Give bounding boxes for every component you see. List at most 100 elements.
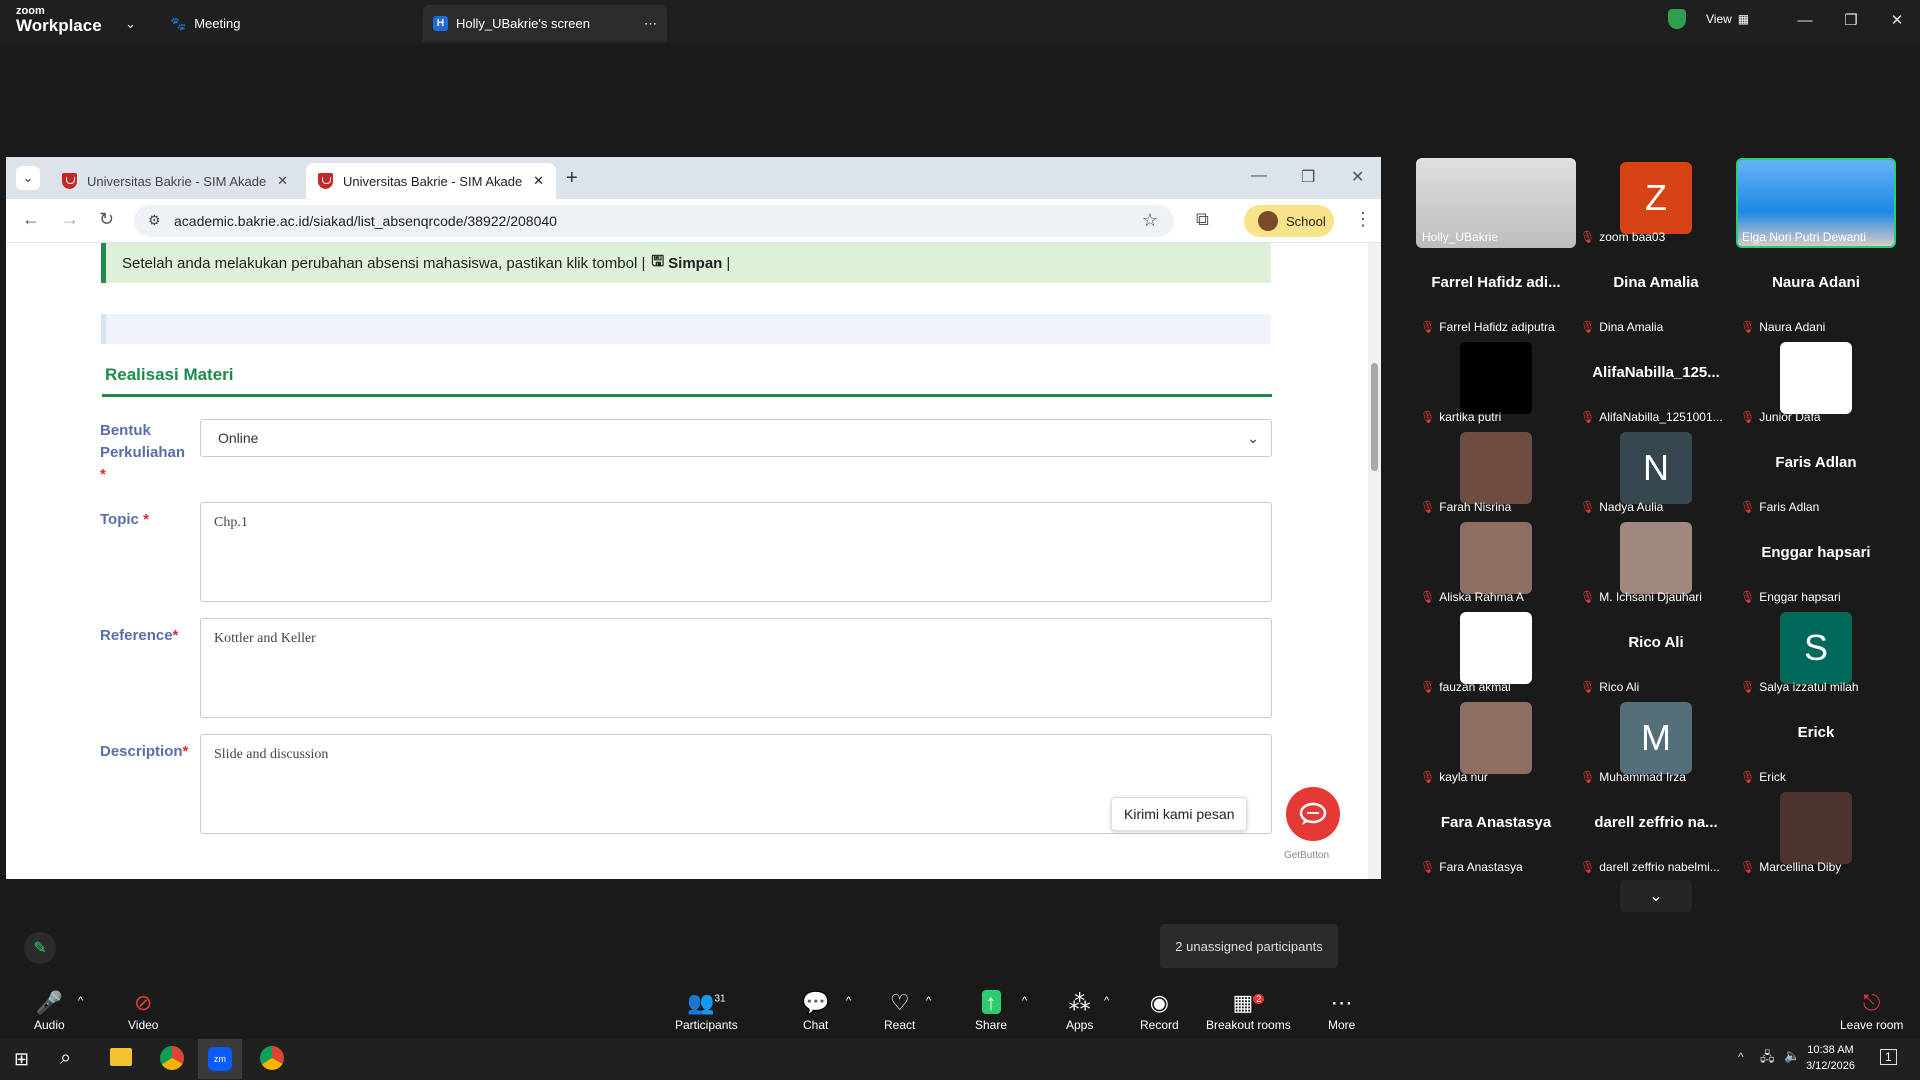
react-heart-icon: ♡: [889, 990, 910, 1015]
chat-options-caret[interactable]: ^: [846, 995, 851, 1007]
participant-tile[interactable]: 🎙 Aliska Rahma A: [1416, 518, 1576, 608]
reference-value: Kottler and Keller: [214, 631, 316, 646]
bentuk-label-line2: Perkuliahan: [100, 444, 186, 461]
participant-tile[interactable]: Farrel Hafidz adi... 🎙 Farrel Hafidz adipu…: [1416, 248, 1576, 338]
participant-name: kayla nur: [1439, 770, 1488, 784]
video-button[interactable]: ⊘ Video: [128, 990, 158, 1032]
windows-start-icon[interactable]: ⊞: [14, 1049, 29, 1070]
scrollbar-thumb[interactable]: [1371, 363, 1378, 471]
close-window-button[interactable]: ✕: [1351, 167, 1364, 187]
getbutton-label: GetButton: [1284, 850, 1330, 861]
mic-muted-icon: 🎙: [1420, 770, 1436, 784]
leave-room-button[interactable]: ⎋ Leave room: [1840, 990, 1903, 1032]
share-options-caret[interactable]: ^: [1022, 995, 1027, 1007]
address-bar[interactable]: ⚙ academic.bakrie.ac.id/siakad/list_abse…: [134, 205, 1174, 237]
zoom-taskbar-item[interactable]: zm: [198, 1039, 242, 1079]
forward-icon[interactable]: →: [61, 209, 79, 230]
restore-window-button[interactable]: ❐: [1301, 167, 1315, 187]
new-tab-button[interactable]: +: [566, 167, 578, 190]
close-button[interactable]: ✕: [1874, 0, 1920, 40]
participant-tile[interactable]: 🎙 Marcellina Diby: [1736, 788, 1896, 878]
apps-options-caret[interactable]: ^: [1104, 995, 1109, 1007]
participant-tile[interactable]: Holly_UBakrie: [1416, 158, 1576, 248]
participant-tile[interactable]: 🎙 kartika putri: [1416, 338, 1576, 428]
restore-button[interactable]: ❐: [1828, 0, 1874, 40]
participant-tile[interactable]: N 🎙 Nadya Aulia: [1576, 428, 1736, 518]
menu-kebab-icon[interactable]: ⋮: [1354, 209, 1372, 230]
chrome-icon[interactable]: [160, 1046, 184, 1070]
participant-tile[interactable]: M 🎙 Muhammad Irza: [1576, 698, 1736, 788]
minimize-button[interactable]: —: [1782, 0, 1828, 40]
participant-tile[interactable]: Z 🎙 zoom baa03: [1576, 158, 1736, 248]
gallery-next-page-button[interactable]: ⌄: [1620, 880, 1692, 912]
view-button[interactable]: View ▦: [1706, 12, 1749, 26]
profile-button[interactable]: School: [1244, 205, 1334, 237]
tab-search-button[interactable]: ⌄: [16, 166, 40, 190]
participant-tile[interactable]: Enggar hapsari 🎙 Enggar hapsari: [1736, 518, 1896, 608]
participants-button[interactable]: 👥31 Participants: [675, 990, 738, 1032]
logo-dropdown[interactable]: ⌄: [115, 5, 139, 42]
audio-options-caret[interactable]: ^: [78, 995, 83, 1007]
chat-widget-button[interactable]: [1286, 787, 1340, 841]
apps-button[interactable]: ⁂ Apps: [1066, 990, 1093, 1032]
participant-name: Farah Nisrina: [1439, 500, 1512, 514]
browser-tab-2[interactable]: Universitas Bakrie - SIM Akaden ✕: [306, 163, 556, 199]
participant-photo: [1460, 432, 1532, 504]
bentuk-select[interactable]: Online ⌄: [200, 419, 1272, 457]
unassigned-participants-notice[interactable]: 2 unassigned participants: [1160, 924, 1338, 968]
topic-textarea[interactable]: Chp.1: [200, 502, 1272, 602]
share-button[interactable]: ↑ Share: [975, 990, 1007, 1032]
participant-tile[interactable]: Fara Anastasya 🎙 Fara Anastasya: [1416, 788, 1576, 878]
screen-share-tab[interactable]: H Holly_UBakrie's screen ⋯: [423, 5, 667, 42]
participant-tile[interactable]: Rico Ali 🎙 Rico Ali: [1576, 608, 1736, 698]
participant-tile[interactable]: AlifaNabilla_125... 🎙 AlifaNabilla_1251001…: [1576, 338, 1736, 428]
network-icon[interactable]: 🖧: [1760, 1048, 1775, 1070]
close-tab-icon[interactable]: ✕: [277, 173, 288, 189]
reload-icon[interactable]: ↻: [99, 209, 114, 230]
minimize-window-button[interactable]: —: [1251, 167, 1267, 185]
meeting-tab[interactable]: 🐾 Meeting: [160, 5, 250, 42]
breakout-rooms-button[interactable]: ▦ 2 Breakout rooms: [1206, 990, 1291, 1032]
react-options-caret[interactable]: ^: [926, 995, 931, 1007]
clock[interactable]: 10:38 AM 3/12/2026: [1806, 1042, 1855, 1074]
back-icon[interactable]: ←: [22, 209, 40, 230]
participant-tile[interactable]: Elga Nori Putri Dewanti: [1736, 158, 1896, 248]
browser-toolbar: ← → ↻ ⚙ academic.bakrie.ac.id/siakad/lis…: [6, 199, 1381, 243]
participant-tile[interactable]: 🎙 Farah Nisrina: [1416, 428, 1576, 518]
page-scrollbar[interactable]: [1368, 243, 1381, 879]
volume-icon[interactable]: 🔈: [1784, 1048, 1800, 1064]
tray-chevron-icon[interactable]: ^: [1738, 1050, 1744, 1064]
site-info-icon[interactable]: ⚙: [148, 212, 161, 229]
participant-tile[interactable]: Faris Adlan 🎙 Faris Adlan: [1736, 428, 1896, 518]
taskbar-time: 10:38 AM: [1807, 1044, 1854, 1056]
participant-name: Elga Nori Putri Dewanti: [1742, 230, 1867, 244]
more-options-icon[interactable]: ⋯: [644, 16, 657, 32]
participant-tile[interactable]: Naura Adani 🎙 Naura Adani: [1736, 248, 1896, 338]
annotate-pencil-icon[interactable]: ✎: [24, 932, 56, 964]
react-button[interactable]: ♡ React: [884, 990, 915, 1032]
record-button[interactable]: ◉ Record: [1140, 990, 1179, 1032]
participant-tile[interactable]: Dina Amalia 🎙 Dina Amalia: [1576, 248, 1736, 338]
participant-tile[interactable]: S 🎙 Salya izzatul milah: [1736, 608, 1896, 698]
participant-tile[interactable]: Erick 🎙 Erick: [1736, 698, 1896, 788]
audio-button[interactable]: 🎤 Audio: [34, 990, 65, 1032]
participant-tile[interactable]: 🎙 Junior Dafa: [1736, 338, 1896, 428]
participant-tile[interactable]: 🎙 M. Ichsani Djauhari: [1576, 518, 1736, 608]
chat-button[interactable]: 💬 Chat: [802, 990, 829, 1032]
participant-tile[interactable]: 🎙 fauzan akmal: [1416, 608, 1576, 698]
more-button[interactable]: ⋯ More: [1328, 990, 1355, 1032]
notification-icon[interactable]: 1: [1880, 1049, 1897, 1065]
search-icon[interactable]: ⌕: [60, 1047, 71, 1070]
required-mark: *: [100, 466, 106, 483]
reference-textarea[interactable]: Kottler and Keller: [200, 618, 1272, 718]
file-explorer-icon[interactable]: [110, 1048, 132, 1066]
participant-tile[interactable]: 🎙 kayla nur: [1416, 698, 1576, 788]
chrome-icon[interactable]: [260, 1046, 284, 1070]
close-tab-icon[interactable]: ✕: [533, 173, 544, 189]
participant-name: Muhammad Irza: [1599, 770, 1686, 784]
extensions-icon[interactable]: ⧉: [1196, 209, 1209, 230]
browser-tab-1[interactable]: Universitas Bakrie - SIM Akaden ✕: [50, 163, 300, 199]
participant-tile[interactable]: darell zeffrio na... 🎙 darell zeffrio nabe…: [1576, 788, 1736, 878]
bookmark-star-icon[interactable]: ☆: [1142, 210, 1158, 231]
participant-avatar: M: [1620, 702, 1692, 774]
